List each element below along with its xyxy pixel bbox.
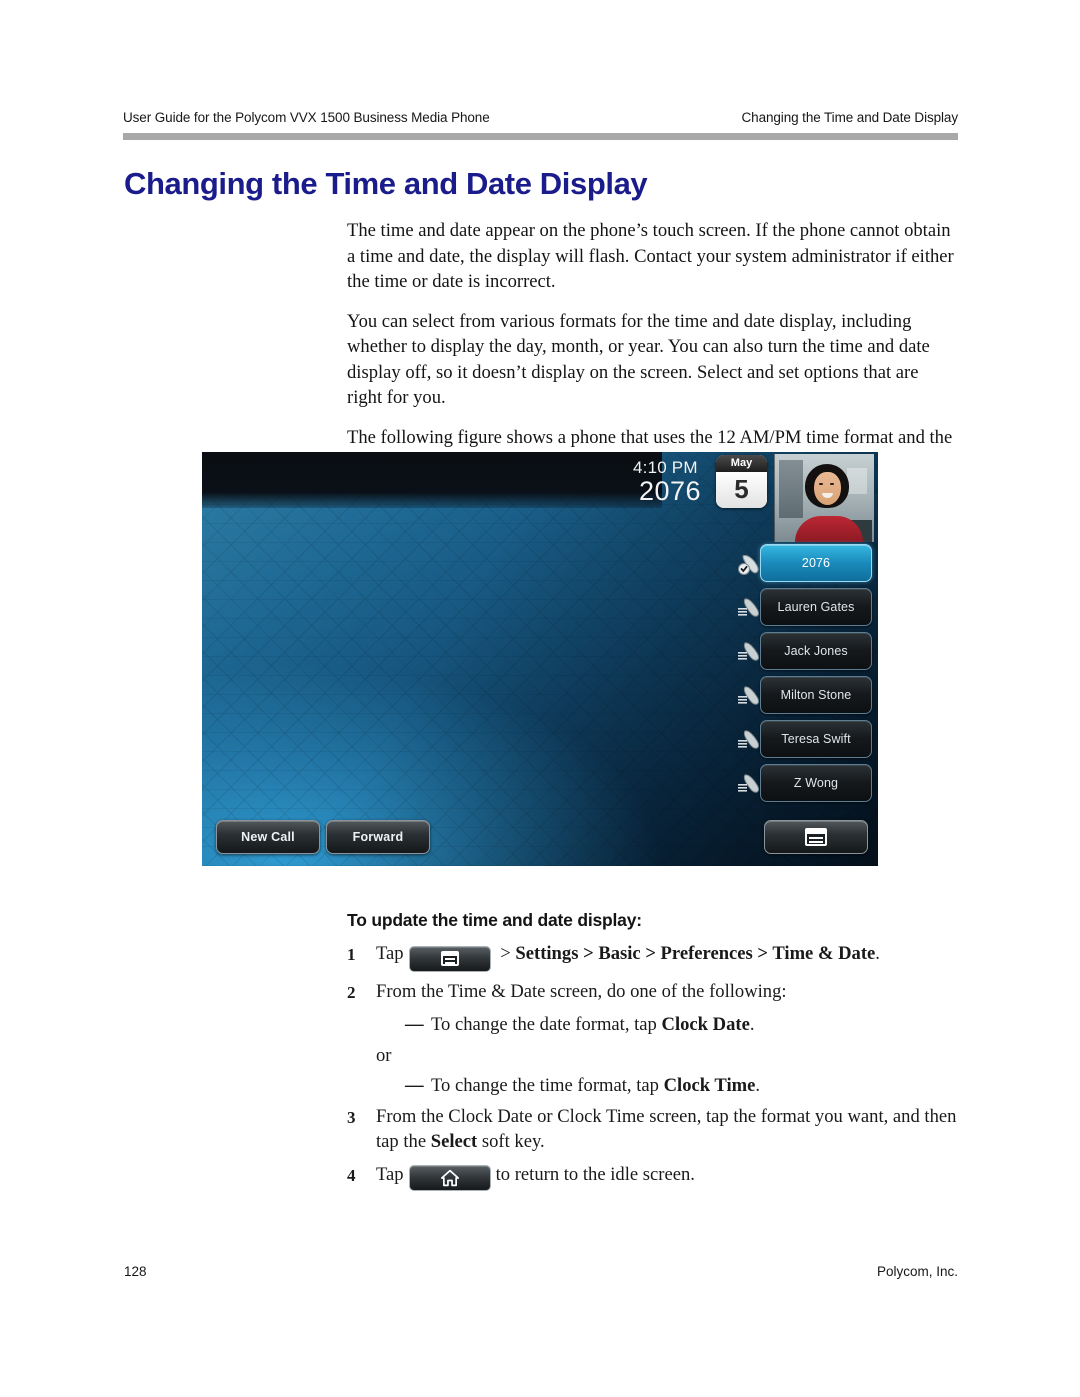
step-1-body: Tap > Settings > Basic > Preferences > T… <box>376 941 957 972</box>
header-right-text: Changing the Time and Date Display <box>741 110 959 125</box>
phone-status-band <box>202 452 662 508</box>
line-key-label-2: Jack Jones <box>784 644 848 658</box>
video-person-eye-right <box>830 483 834 485</box>
step-1-path: Settings > Basic > Preferences > Time & … <box>515 943 876 964</box>
step-4-number: 4 <box>347 1165 356 1185</box>
page-title: Changing the Time and Date Display <box>124 166 648 201</box>
phone-extension-number: 2076 <box>639 476 702 506</box>
page-footer: 128 Polycom, Inc. <box>124 1264 958 1279</box>
line-key-3[interactable]: Milton Stone <box>738 676 872 714</box>
video-background-panel <box>847 468 867 494</box>
phone-calendar-widget: May 5 <box>716 455 767 508</box>
footer-page-number: 128 <box>124 1264 147 1279</box>
softkey-new-call-label: New Call <box>241 830 295 844</box>
step-3-number: 3 <box>347 1107 356 1127</box>
step-1-number: 1 <box>347 945 356 964</box>
calendar-day: 5 <box>716 472 767 508</box>
step-2-number: 2 <box>347 982 356 1002</box>
step-2-text: From the Time & Date screen, do one of t… <box>376 980 787 1002</box>
home-key-button[interactable] <box>408 1164 491 1191</box>
phone-line-key-column: 2076 Lauren Gates Jack Jones Milton Ston… <box>738 544 872 802</box>
substep-clock-time: — To change the time format, tap Clock T… <box>405 1073 957 1099</box>
substep-clock-date: — To change the date format, tap Clock D… <box>405 1012 957 1038</box>
video-person-face <box>814 472 841 505</box>
substep-dash: — <box>405 1075 424 1096</box>
handset-idle-icon <box>737 771 763 797</box>
step-1: 1 Tap > Settings > Basic > Preferences >… <box>347 941 957 972</box>
phone-clock-time: 4:10 PM <box>633 458 698 477</box>
substep-date-end: . <box>749 1014 755 1035</box>
handset-idle-icon <box>737 683 763 709</box>
step-4-suffix: to return to the idle screen. <box>495 1163 695 1185</box>
step-3-body: From the Clock Date or Clock Time screen… <box>376 1104 957 1155</box>
line-key-2[interactable]: Jack Jones <box>738 632 872 670</box>
video-person-eye-left <box>819 483 823 485</box>
substep-date-text: To change the date format, tap <box>431 1014 662 1035</box>
substep-time-text: To change the time format, tap <box>431 1075 664 1096</box>
header-left-text: User Guide for the Polycom VVX 1500 Busi… <box>123 110 490 125</box>
line-key-label-0: 2076 <box>801 556 831 570</box>
line-key-5[interactable]: Z Wong <box>738 764 872 802</box>
document-page: User Guide for the Polycom VVX 1500 Busi… <box>0 0 1080 1397</box>
step-3-select-bold: Select <box>430 1131 478 1152</box>
video-thumbnail <box>774 454 874 542</box>
phone-softkey-bar: New Call Forward <box>202 816 878 860</box>
line-key-label-1: Lauren Gates <box>777 600 855 614</box>
procedure-heading: To update the time and date display: <box>347 910 642 930</box>
handset-idle-icon <box>737 639 763 665</box>
step-3-text-b: soft key. <box>477 1131 545 1152</box>
softkey-new-call[interactable]: New Call <box>216 820 320 854</box>
line-key-label-4: Teresa Swift <box>781 732 851 746</box>
step-1-period: . <box>875 943 880 964</box>
line-key-label-3: Milton Stone <box>780 688 852 702</box>
line-key-4[interactable]: Teresa Swift <box>738 720 872 758</box>
line-key-label-5: Z Wong <box>793 776 839 790</box>
video-person-smile <box>822 493 833 498</box>
softkey-forward[interactable]: Forward <box>326 820 430 854</box>
step-2: 2 From the Time & Date screen, do one of… <box>347 979 957 1006</box>
step-4-prefix: Tap <box>376 1163 404 1185</box>
substep-or: or <box>376 1044 392 1066</box>
line-key-1[interactable]: Lauren Gates <box>738 588 872 626</box>
substep-clock-time-body: To change the time format, tap Clock Tim… <box>431 1073 760 1099</box>
home-icon <box>440 1169 459 1186</box>
header-divider <box>123 133 958 140</box>
body-text-column: The time and date appear on the phone’s … <box>347 218 955 489</box>
step-1-separator: > <box>495 943 516 964</box>
handset-registered-icon <box>737 551 763 577</box>
substep-time-end: . <box>755 1075 761 1096</box>
step-1-prefix: Tap <box>376 943 404 964</box>
handset-idle-icon <box>737 727 763 753</box>
paragraph-1: The time and date appear on the phone’s … <box>347 220 954 292</box>
step-3: 3 From the Clock Date or Clock Time scre… <box>347 1104 957 1155</box>
menu-key-button[interactable] <box>408 945 491 972</box>
running-header: User Guide for the Polycom VVX 1500 Busi… <box>123 110 958 125</box>
handset-idle-icon <box>737 595 763 621</box>
softkey-menu[interactable] <box>764 820 868 854</box>
step-4: 4 Tap to return to the idle screen. <box>347 1162 957 1191</box>
substep-date-bold: Clock Date <box>661 1014 750 1035</box>
paragraph-2: You can select from various formats for … <box>347 310 930 409</box>
calendar-month: May <box>716 455 767 472</box>
menu-window-icon <box>440 951 459 966</box>
substep-clock-date-body: To change the date format, tap Clock Dat… <box>431 1012 754 1038</box>
substep-time-bold: Clock Time <box>663 1075 756 1096</box>
menu-window-icon <box>805 828 827 846</box>
substep-dash: — <box>405 1014 424 1035</box>
step-4-body: Tap to return to the idle screen. <box>376 1162 957 1191</box>
softkey-forward-label: Forward <box>352 830 404 844</box>
procedure-steps: 1 Tap > Settings > Basic > Preferences >… <box>347 941 957 1198</box>
phone-screen-figure: 4:10 PM 2076 May 5 2076 Lauren Gates Jac… <box>202 452 878 866</box>
video-background-door <box>779 460 803 518</box>
footer-company: Polycom, Inc. <box>876 1264 958 1279</box>
line-key-0[interactable]: 2076 <box>738 544 872 582</box>
